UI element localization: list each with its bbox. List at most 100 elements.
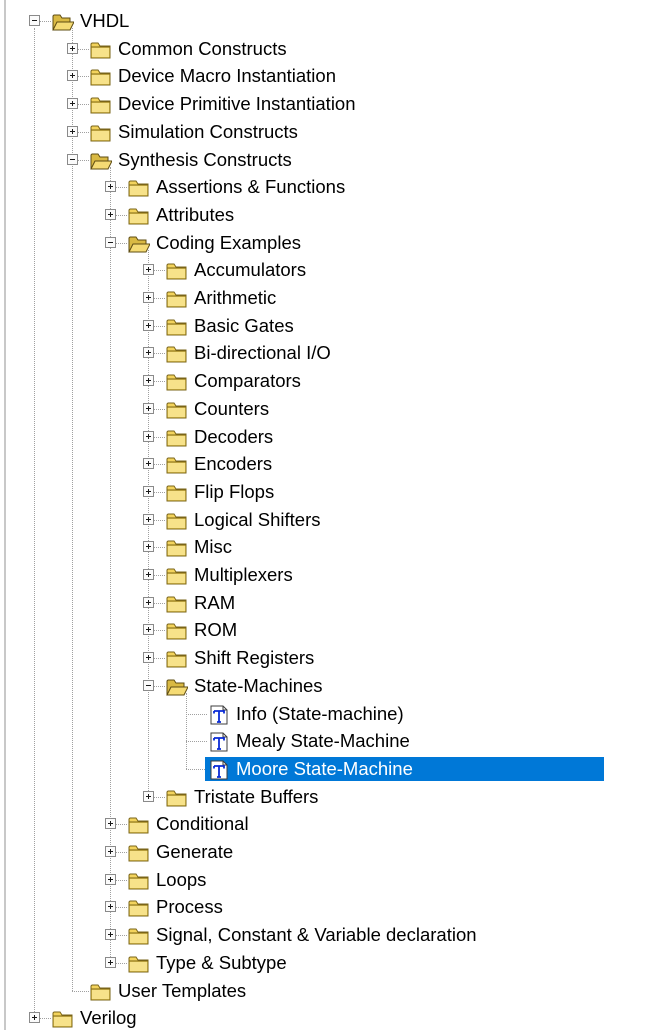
expand-toggle[interactable]	[105, 818, 116, 830]
tree-item-conditional[interactable]: Conditional	[0, 811, 661, 839]
expand-toggle[interactable]	[143, 292, 154, 303]
tree-item-label[interactable]: Type & Subtype	[153, 951, 290, 975]
tree-item-device-primitive-instantiation[interactable]: Device Primitive Instantiation	[0, 91, 661, 119]
expand-toggle[interactable]	[67, 125, 78, 137]
tree-item-assertions-functions[interactable]: Assertions & Functions	[0, 174, 661, 202]
tree-item-label[interactable]: Common Constructs	[115, 37, 290, 61]
tree-item-label[interactable]: Device Macro Instantiation	[115, 64, 339, 88]
tree-item-label[interactable]: Logical Shifters	[191, 508, 323, 532]
expand-toggle[interactable]	[143, 624, 154, 636]
tree-item-verilog[interactable]: Verilog	[0, 1005, 661, 1033]
tree-item-label[interactable]: Shift Registers	[191, 646, 317, 670]
tree-item-signal-constant-variable-declaration[interactable]: Signal, Constant & Variable declaration	[0, 922, 661, 950]
expand-toggle[interactable]	[105, 929, 116, 941]
tree-item-label[interactable]: Assertions & Functions	[153, 175, 348, 199]
tree-item-label[interactable]: Attributes	[153, 203, 237, 227]
tree-item-generate[interactable]: Generate	[0, 839, 661, 867]
expand-toggle[interactable]	[143, 319, 154, 331]
tree-item-label[interactable]: ROM	[191, 618, 240, 642]
tree-item-info-state-machine[interactable]: Info (State-machine)	[0, 701, 661, 729]
tree-item-state-machines[interactable]: State-Machines	[0, 673, 661, 701]
tree-item-label[interactable]: Simulation Constructs	[115, 120, 301, 144]
tree-item-label[interactable]: Misc	[191, 535, 235, 559]
tree-item-label[interactable]: Coding Examples	[153, 231, 304, 255]
tree-item-label[interactable]: RAM	[191, 591, 238, 615]
expand-toggle[interactable]	[143, 596, 154, 608]
tree-item-label[interactable]: Flip Flops	[191, 480, 277, 504]
tree-item-mealy-state-machine[interactable]: Mealy State-Machine	[0, 728, 661, 756]
tree-item-type-subtype[interactable]: Type & Subtype	[0, 950, 661, 978]
tree-item-logical-shifters[interactable]: Logical Shifters	[0, 507, 661, 535]
expand-toggle[interactable]	[67, 42, 78, 54]
expand-toggle[interactable]	[143, 430, 154, 442]
expand-toggle[interactable]	[143, 485, 154, 497]
tree-item-encoders[interactable]: Encoders	[0, 451, 661, 479]
expand-toggle[interactable]	[105, 181, 116, 193]
tree-item-misc[interactable]: Misc	[0, 534, 661, 562]
collapse-toggle[interactable]	[67, 153, 78, 165]
tree-item-common-constructs[interactable]: Common Constructs	[0, 36, 661, 64]
tree-item-device-macro-instantiation[interactable]: Device Macro Instantiation	[0, 63, 661, 91]
tree-item-ram[interactable]: RAM	[0, 590, 661, 618]
expand-toggle[interactable]	[67, 98, 78, 110]
expand-toggle[interactable]	[105, 846, 116, 857]
tree-item-moore-state-machine[interactable]: Moore State-Machine	[0, 756, 661, 784]
expand-toggle[interactable]	[105, 901, 116, 913]
tree-item-counters[interactable]: Counters	[0, 396, 661, 424]
tree-item-rom[interactable]: ROM	[0, 617, 661, 645]
tree-item-label[interactable]: Arithmetic	[191, 286, 279, 310]
tree-item-attributes[interactable]: Attributes	[0, 202, 661, 230]
tree-item-simulation-constructs[interactable]: Simulation Constructs	[0, 119, 661, 147]
tree-item-label[interactable]: Bi-directional I/O	[191, 341, 334, 365]
expand-toggle[interactable]	[143, 652, 154, 664]
expand-toggle[interactable]	[143, 541, 154, 553]
expand-toggle[interactable]	[143, 347, 154, 359]
tree-item-label[interactable]: Basic Gates	[191, 314, 297, 338]
tree-item-synthesis-constructs[interactable]: Synthesis Constructs	[0, 147, 661, 175]
tree-item-multiplexers[interactable]: Multiplexers	[0, 562, 661, 590]
tree-item-label[interactable]: Info (State-machine)	[233, 702, 407, 726]
tree-item-user-templates[interactable]: User Templates	[0, 978, 661, 1006]
tree-item-tristate-buffers[interactable]: Tristate Buffers	[0, 784, 661, 812]
tree-item-flip-flops[interactable]: Flip Flops	[0, 479, 661, 507]
tree-item-label[interactable]: Mealy State-Machine	[233, 729, 413, 753]
tree-item-label[interactable]: Comparators	[191, 369, 304, 393]
tree-item-basic-gates[interactable]: Basic Gates	[0, 313, 661, 341]
tree-item-label[interactable]: Decoders	[191, 425, 276, 449]
tree-item-decoders[interactable]: Decoders	[0, 424, 661, 452]
expand-toggle[interactable]	[143, 264, 154, 276]
expand-toggle[interactable]	[29, 1012, 40, 1024]
tree-item-label[interactable]: Multiplexers	[191, 563, 296, 587]
tree-item-coding-examples[interactable]: Coding Examples	[0, 230, 661, 258]
tree-item-process[interactable]: Process	[0, 894, 661, 922]
tree-item-accumulators[interactable]: Accumulators	[0, 257, 661, 285]
tree-item-loops[interactable]: Loops	[0, 867, 661, 895]
expand-toggle[interactable]	[105, 873, 116, 885]
expand-toggle[interactable]	[143, 513, 154, 525]
collapse-toggle[interactable]	[143, 679, 154, 691]
tree-item-shift-registers[interactable]: Shift Registers	[0, 645, 661, 673]
expand-toggle[interactable]	[67, 70, 78, 82]
tree-item-comparators[interactable]: Comparators	[0, 368, 661, 396]
tree-item-vhdl[interactable]: VHDL	[0, 8, 661, 36]
tree-item-label[interactable]: State-Machines	[191, 674, 326, 698]
collapse-toggle[interactable]	[105, 236, 116, 248]
tree-item-label[interactable]: Encoders	[191, 452, 275, 476]
collapse-toggle[interactable]	[29, 15, 40, 26]
tree-item-label[interactable]: Process	[153, 895, 226, 919]
tree-item-label[interactable]: Accumulators	[191, 258, 309, 282]
tree-item-label[interactable]: VHDL	[77, 9, 132, 33]
expand-toggle[interactable]	[105, 956, 116, 968]
tree-item-label[interactable]: Moore State-Machine	[205, 756, 604, 781]
template-tree[interactable]: VHDL Common Constructs Device Macro Instan…	[0, 0, 661, 1030]
tree-item-label[interactable]: Verilog	[77, 1006, 140, 1030]
tree-item-label[interactable]: Signal, Constant & Variable declaration	[153, 923, 480, 947]
tree-item-label[interactable]: Generate	[153, 840, 236, 864]
expand-toggle[interactable]	[105, 208, 116, 220]
tree-item-label[interactable]: Tristate Buffers	[191, 785, 321, 809]
tree-item-label[interactable]: Conditional	[153, 812, 252, 836]
expand-toggle[interactable]	[143, 458, 154, 470]
expand-toggle[interactable]	[143, 375, 154, 387]
tree-item-label[interactable]: Loops	[153, 868, 209, 892]
tree-item-label[interactable]: Synthesis Constructs	[115, 148, 295, 172]
